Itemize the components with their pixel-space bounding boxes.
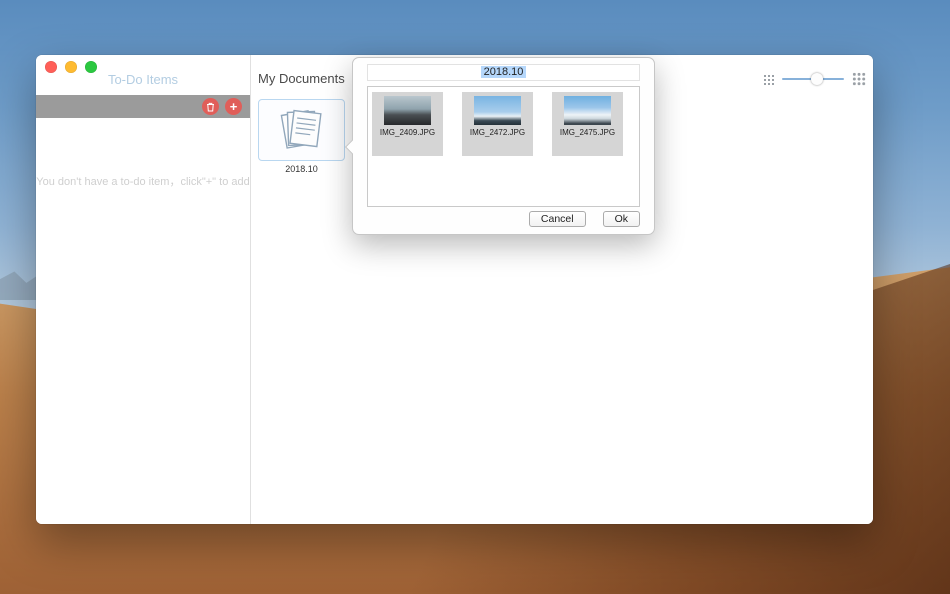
cancel-button[interactable]: Cancel [528, 211, 586, 227]
zoom-slider[interactable] [782, 73, 844, 85]
sidebar: To-Do Items + You don't have a to-do ite… [36, 55, 251, 524]
small-grid-icon [763, 73, 774, 85]
file-name: IMG_2409.JPG [379, 128, 436, 137]
todo-list-header[interactable]: + [36, 95, 250, 118]
zoom-slider-knob[interactable] [810, 73, 823, 85]
file-list: IMG_2409.JPG IMG_2472.JPG IMG_2475.JPG [368, 87, 639, 161]
dialog-buttons: Cancel Ok [528, 211, 640, 227]
folder-selection-box[interactable] [258, 99, 345, 161]
delete-todo-button[interactable] [202, 98, 219, 115]
folder-label: 2018.10 [285, 164, 318, 174]
file-name: IMG_2472.JPG [469, 128, 526, 137]
folder-popover-dialog: 2018.10 IMG_2409.JPG IMG_2472.JPG IMG_24… [344, 57, 655, 235]
document-stack-icon [280, 109, 322, 149]
photo-thumbnail [564, 96, 611, 125]
ok-button[interactable]: Ok [602, 211, 640, 227]
add-todo-button[interactable]: + [225, 98, 242, 115]
folder-name-value: 2018.10 [480, 66, 527, 78]
folder-name-input[interactable]: 2018.10 [367, 64, 640, 81]
photo-thumbnail [474, 96, 521, 125]
zoom-control [763, 72, 866, 86]
sidebar-title: To-Do Items [107, 72, 179, 87]
file-item[interactable]: IMG_2409.JPG [372, 92, 443, 156]
file-item[interactable]: IMG_2475.JPG [552, 92, 623, 156]
window-controls [45, 61, 97, 73]
close-button[interactable] [45, 61, 57, 73]
plus-icon: + [229, 99, 238, 114]
photo-thumbnail [384, 96, 431, 125]
minimize-button[interactable] [65, 61, 77, 73]
desktop: To-Do Items + You don't have a to-do ite… [0, 0, 950, 594]
file-panel: IMG_2409.JPG IMG_2472.JPG IMG_2475.JPG [367, 86, 640, 207]
large-grid-icon [852, 72, 866, 86]
folder-item[interactable]: 2018.10 [258, 99, 345, 174]
file-name: IMG_2475.JPG [559, 128, 616, 137]
zoom-button[interactable] [85, 61, 97, 73]
file-item[interactable]: IMG_2472.JPG [462, 92, 533, 156]
empty-message: You don't have a to-do item，click"+" to … [36, 176, 250, 188]
breadcrumb-root[interactable]: My Documents [258, 71, 345, 86]
trash-icon [207, 102, 214, 111]
